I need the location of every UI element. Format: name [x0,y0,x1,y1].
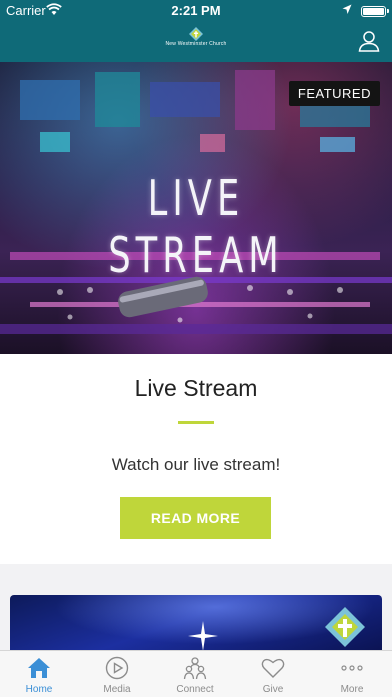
profile-button[interactable] [358,30,380,52]
title-divider [178,421,214,424]
church-logo: New Westminster Church [165,27,227,59]
tab-bar: Home Media Connect Give More [0,650,392,697]
featured-image-title: LIVE STREAM [108,170,284,284]
tab-home[interactable]: Home [0,651,78,697]
tab-give-label: Give [262,684,284,695]
card-title: Live Stream [134,375,258,401]
more-dots-icon [341,665,363,671]
read-more-button[interactable]: READ MORE [120,497,271,539]
battery-icon [361,6,389,17]
featured-card[interactable]: LIVE STREAM FEATURED Live Stream Watch o… [0,62,392,564]
tab-more[interactable]: More [313,651,391,697]
featured-badge: FEATURED [288,81,380,106]
people-icon [183,657,207,680]
tab-give[interactable]: Give [234,651,312,697]
status-bar: Carrier 2:21 PM [0,0,392,22]
home-icon [28,658,50,678]
card-description: Watch our live stream! [111,455,281,474]
sparkle-icon [188,621,218,651]
church-logo-text: New Westminster Church [165,41,227,47]
tab-connect-label: Connect [176,684,214,695]
clock: 2:21 PM [171,3,221,18]
church-logo-mark-icon [325,607,365,647]
tab-more-label: More [340,684,364,695]
tab-media-label: Media [103,684,131,695]
heart-icon [261,658,285,678]
tab-connect[interactable]: Connect [156,651,234,697]
location-arrow-icon [342,3,352,18]
tab-home-label: Home [25,684,53,695]
top-bar: Carrier 2:21 PM New Westminster Church [0,0,392,62]
featured-image: LIVE STREAM FEATURED [0,62,392,354]
next-card-preview[interactable] [10,595,382,655]
church-logo-mark-icon [189,27,203,41]
user-icon [358,31,380,52]
tab-media[interactable]: Media [78,651,156,697]
play-icon [105,656,129,680]
